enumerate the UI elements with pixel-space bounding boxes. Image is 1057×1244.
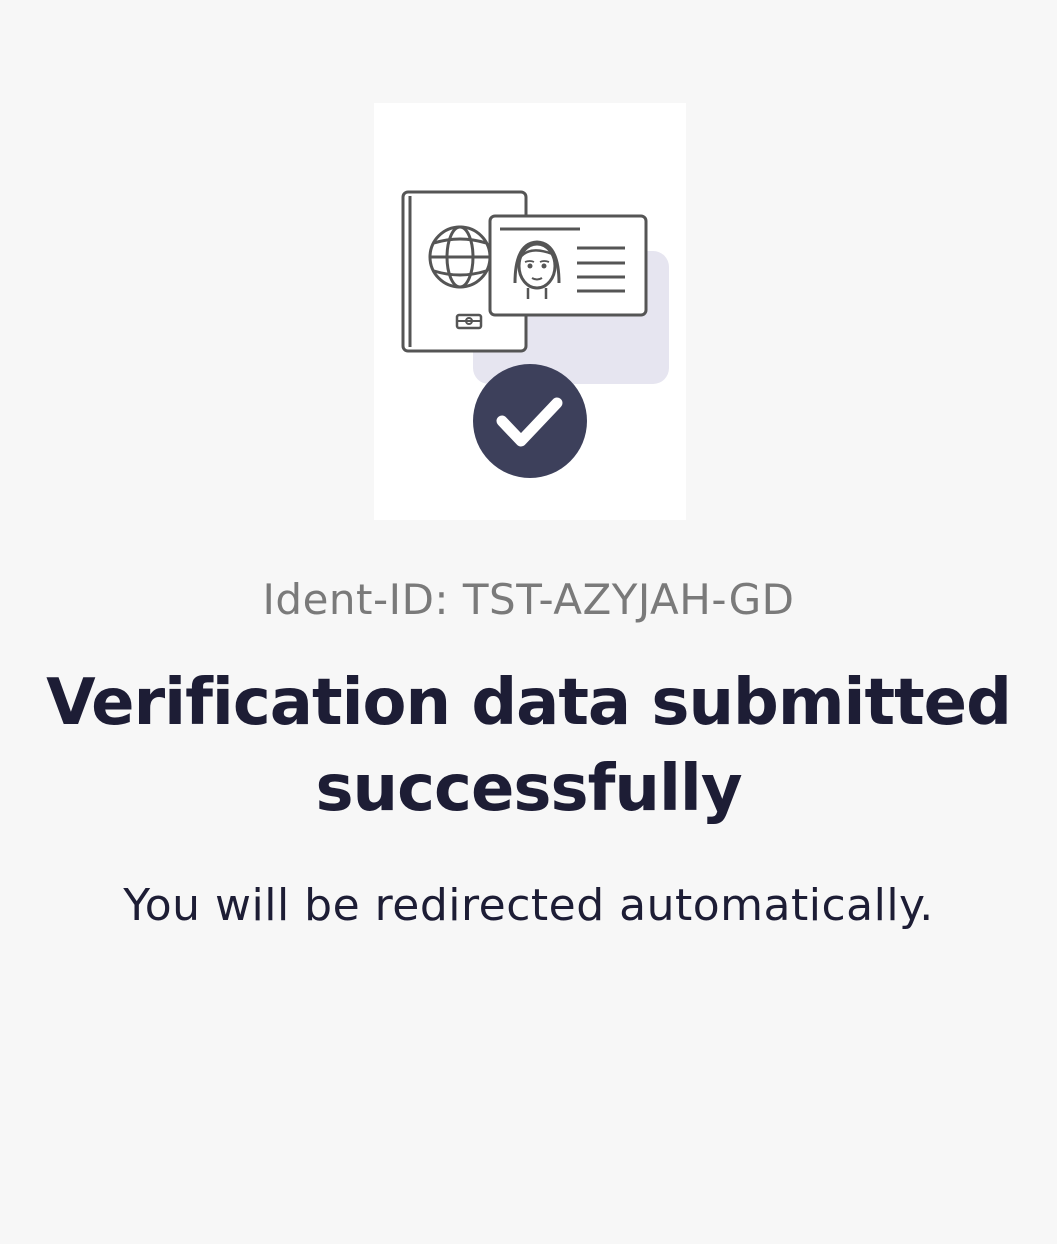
- verification-illustration: [374, 103, 686, 520]
- redirect-message: You will be redirected automatically.: [123, 880, 934, 931]
- ident-id-label: Ident-ID: TST-AZYJAH-GD: [262, 575, 795, 624]
- verification-illustration-graphic: [401, 190, 669, 478]
- page-title: Verification data submitted successfully: [46, 666, 1012, 826]
- checkmark-icon: [473, 364, 587, 478]
- id-card-icon: [488, 214, 648, 317]
